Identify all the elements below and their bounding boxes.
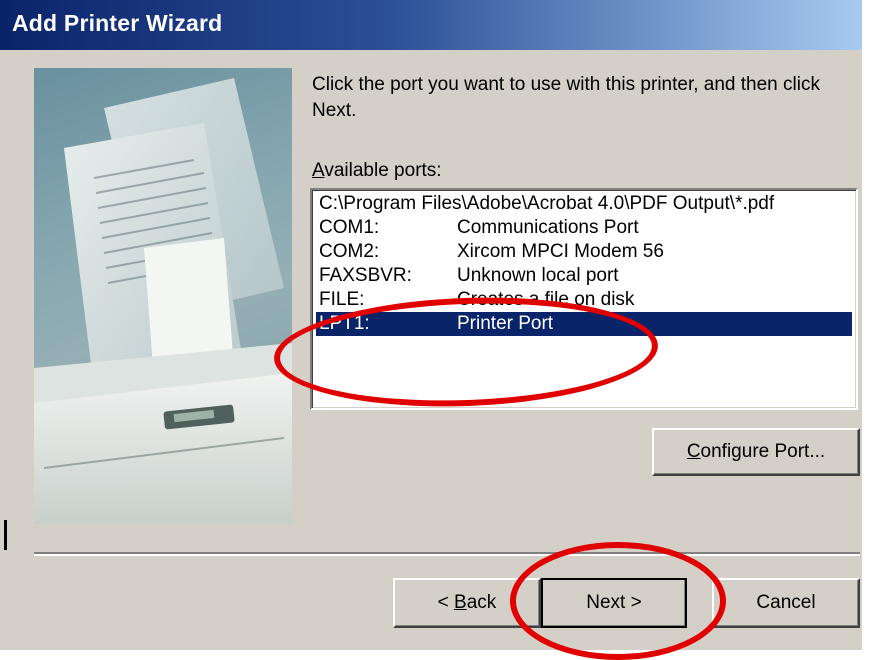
port-row-pdf[interactable]: C:\Program Files\Adobe\Acrobat 4.0\PDF O…: [316, 192, 852, 216]
port-row-com2[interactable]: COM2: Xircom MPCI Modem 56: [316, 240, 852, 264]
window-title: Add Printer Wizard: [12, 10, 223, 36]
back-label: ack: [466, 592, 497, 613]
port-name: FAXSBVR:: [319, 265, 412, 286]
configure-mnemonic: C: [686, 441, 701, 462]
port-name: COM1:: [319, 217, 380, 238]
port-name: C:\Program Files\Adobe\Acrobat 4.0\PDF O…: [319, 193, 775, 214]
port-name: FILE:: [319, 289, 365, 310]
title-bar[interactable]: Add Printer Wizard: [0, 0, 862, 50]
left-edge-mark: [4, 520, 7, 550]
port-row-faxsbvr[interactable]: FAXSBVR: Unknown local port: [316, 264, 852, 288]
port-row-com1[interactable]: COM1: Communications Port: [316, 216, 852, 240]
port-description: Unknown local port: [457, 265, 619, 286]
divider: [34, 552, 860, 556]
ports-label-mnemonic: A: [312, 160, 325, 181]
ports-label-rest: vailable ports:: [324, 160, 442, 181]
available-ports-label: Available ports:: [312, 160, 442, 182]
red-circle-annotation-next: [510, 542, 726, 660]
configure-port-button[interactable]: Configure Port...: [652, 428, 860, 476]
port-name: COM2:: [319, 241, 380, 262]
back-mnemonic: B: [454, 592, 467, 613]
back-prefix: <: [437, 592, 455, 613]
instruction-text: Click the port you want to use with this…: [312, 74, 820, 121]
cancel-button[interactable]: Cancel: [712, 578, 860, 628]
port-description: Xircom MPCI Modem 56: [457, 241, 664, 262]
configure-label: onfigure Port...: [700, 441, 826, 462]
wizard-side-image: [34, 68, 292, 524]
printer-illustration: [34, 68, 292, 524]
port-description: Communications Port: [457, 217, 639, 238]
